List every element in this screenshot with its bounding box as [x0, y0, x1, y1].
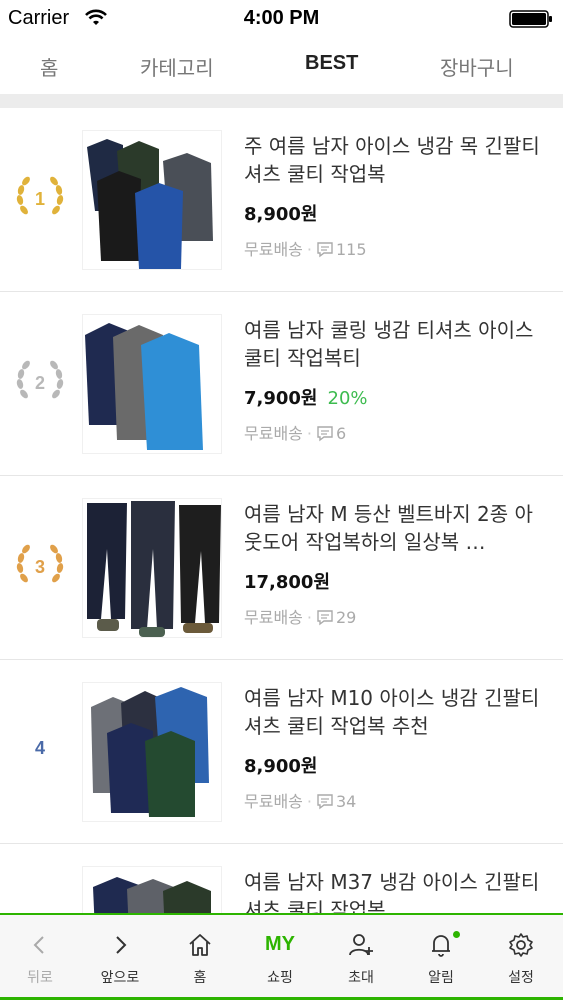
product-title[interactable]: 여름 남자 M 등산 벨트바지 2종 아웃도어 작업복하의 일상복 …	[244, 500, 544, 556]
comment-icon	[317, 242, 333, 258]
product-meta: 무료배송 · 34	[244, 788, 356, 812]
product-thumbnail[interactable]	[82, 682, 222, 822]
nav-label: 홈	[193, 970, 207, 986]
rank-number: 2	[35, 373, 45, 393]
rank-number: 1	[35, 189, 45, 209]
price-row: 7,900원 20%	[244, 384, 368, 410]
rank-number: 3	[35, 557, 45, 577]
my-logo-icon: MY	[265, 933, 295, 955]
home-icon	[189, 934, 211, 956]
price-row: 8,900원	[244, 752, 328, 778]
discount-rate: 20%	[327, 388, 368, 409]
nav-label: 앞으로	[100, 970, 140, 986]
nav-label: 알림	[428, 970, 454, 986]
rank-bronze-laurel-icon: 3	[16, 544, 64, 583]
nav-label: 뒤로	[27, 970, 53, 986]
product-thumbnail[interactable]	[82, 498, 222, 638]
product-thumbnail[interactable]	[82, 314, 222, 454]
product-item[interactable]: 1 주 여름 남자 아이스 냉감 목 긴팔티셔츠 쿨티 작업복 8,900원 무…	[0, 108, 563, 292]
product-title[interactable]: 주 여름 남자 아이스 냉감 목 긴팔티셔츠 쿨티 작업복	[244, 132, 544, 188]
rank-gold-laurel-icon: 1	[16, 176, 64, 215]
product-meta: 무료배송 · 6	[244, 420, 346, 444]
nav-label: 초대	[348, 970, 374, 986]
shipping-label: 무료배송	[244, 424, 303, 443]
top-tab-bar: 홈 카테고리 BEST 장바구니	[0, 40, 563, 94]
product-price: 7,900원	[244, 388, 318, 409]
shirt-image	[91, 687, 209, 817]
price-row: 17,800원	[244, 568, 340, 594]
product-price: 8,900원	[244, 756, 318, 777]
nav-settings-button[interactable]: 설정	[481, 915, 561, 999]
comment-icon	[317, 794, 333, 810]
product-title[interactable]: 여름 남자 M37 냉감 아이스 긴팔티셔츠 쿨티 작업복	[244, 868, 544, 913]
product-price: 17,800원	[244, 572, 331, 593]
nav-forward-button[interactable]: 앞으로	[80, 915, 160, 999]
comment-count: 34	[335, 792, 357, 811]
battery-icon	[509, 10, 552, 28]
rank-number: 4	[34, 738, 45, 758]
shirt-image	[93, 877, 211, 913]
product-item[interactable]: 4 여름 남자 M10 아이스 냉감 긴팔티셔츠 쿨티 작업복 추천 8,900…	[0, 660, 563, 844]
product-thumbnail[interactable]	[82, 866, 222, 913]
nav-shopping-button[interactable]: MY 쇼핑	[240, 915, 320, 999]
nav-back-button[interactable]: 뒤로	[0, 915, 80, 999]
product-meta: 무료배송 · 29	[244, 604, 356, 628]
rank-silver-laurel-icon: 2	[16, 360, 64, 399]
section-divider	[0, 94, 563, 108]
product-item[interactable]: 3 여름 남자 M 등산 벨트바지 2종 아웃도어 작업복하의 일상복 … 17…	[0, 476, 563, 660]
product-title[interactable]: 여름 남자 쿨링 냉감 티셔츠 아이스 쿨티 작업복티	[244, 316, 544, 372]
shirt-image	[85, 323, 203, 450]
add-user-icon	[349, 934, 373, 956]
product-item[interactable]: 여름 남자 M37 냉감 아이스 긴팔티셔츠 쿨티 작업복	[0, 844, 563, 913]
comment-count: 115	[335, 240, 367, 259]
separator-dot: ·	[306, 424, 312, 443]
pants-image	[87, 501, 221, 637]
nav-invite-button[interactable]: 초대	[321, 915, 401, 999]
nav-label: 쇼핑	[267, 970, 293, 986]
shipping-label: 무료배송	[244, 792, 303, 811]
shipping-label: 무료배송	[244, 240, 303, 259]
comment-icon	[317, 610, 333, 626]
product-title[interactable]: 여름 남자 M10 아이스 냉감 긴팔티셔츠 쿨티 작업복 추천	[244, 684, 544, 740]
tab-category[interactable]: 카테고리	[140, 52, 214, 81]
gear-icon	[509, 933, 533, 957]
bell-icon	[432, 935, 450, 957]
product-thumbnail[interactable]	[82, 130, 222, 270]
comment-count: 6	[335, 424, 347, 443]
shipping-label: 무료배송	[244, 608, 303, 627]
status-bar: Carrier 4:00 PM	[0, 0, 563, 40]
product-item[interactable]: 2 여름 남자 쿨링 냉감 티셔츠 아이스 쿨티 작업복티 7,900원 20% …	[0, 292, 563, 476]
separator-dot: ·	[306, 792, 312, 811]
clock: 4:00 PM	[243, 7, 320, 29]
product-price: 8,900원	[244, 204, 318, 225]
separator-dot: ·	[306, 608, 312, 627]
back-chevron-icon	[33, 936, 44, 954]
separator-dot: ·	[306, 240, 312, 259]
price-row: 8,900원	[244, 200, 328, 226]
comment-count: 29	[335, 608, 357, 627]
nav-notification-button[interactable]: 알림	[401, 915, 481, 999]
forward-chevron-icon	[116, 936, 127, 954]
notification-badge	[453, 931, 460, 938]
nav-label: 설정	[508, 970, 534, 986]
shirt-image	[87, 139, 213, 269]
best-product-list[interactable]: 1 주 여름 남자 아이스 냉감 목 긴팔티셔츠 쿨티 작업복 8,900원 무…	[0, 108, 563, 913]
bottom-navigation: 뒤로 앞으로 홈 MY 쇼핑 초대 알림 설정	[0, 913, 563, 1000]
comment-icon	[317, 426, 333, 442]
tab-cart[interactable]: 장바구니	[440, 52, 514, 81]
tab-best[interactable]: BEST	[305, 52, 358, 75]
nav-home-button[interactable]: 홈	[160, 915, 240, 999]
product-meta: 무료배송 · 115	[244, 236, 367, 260]
tab-home[interactable]: 홈	[40, 52, 58, 81]
